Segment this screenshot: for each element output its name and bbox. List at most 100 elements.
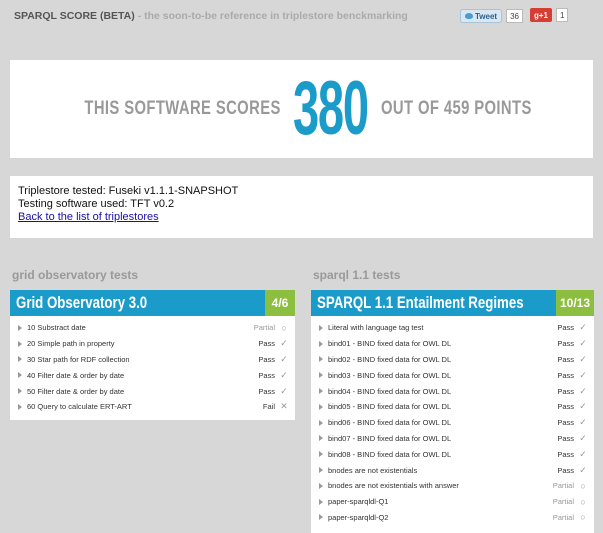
test-status: Pass xyxy=(258,354,275,364)
check-icon: ✓ xyxy=(280,369,288,380)
check-icon: ✓ xyxy=(280,338,288,349)
partial-circle-icon: ○ xyxy=(281,322,287,333)
check-icon: ✓ xyxy=(579,417,587,428)
expand-arrow-icon[interactable] xyxy=(319,372,323,379)
test-row[interactable]: 50 Filter date & order by date Pass ✓ xyxy=(10,383,295,399)
test-status: Pass xyxy=(557,370,574,380)
score-banner: THIS SOFTWARE SCORES 380 OUT OF 459 POIN… xyxy=(10,60,593,158)
test-status: Pass xyxy=(557,433,574,443)
panel-grid-observatory: Grid Observatory 3.0 4/6 10 Substract da… xyxy=(10,290,295,420)
test-row[interactable]: 40 Filter date & order by date Pass ✓ xyxy=(10,367,295,383)
partial-circle-icon: ○ xyxy=(580,512,586,523)
test-row[interactable]: paper-sparqldl-Q2 Partial ○ xyxy=(311,510,594,526)
test-row[interactable]: bnodes are not existentials with answer P… xyxy=(311,478,594,494)
test-row[interactable]: 10 Substract date Partial ○ xyxy=(10,320,295,336)
test-row[interactable]: bind03 - BIND fixed data for OWL DL Pass ✓ xyxy=(311,367,594,383)
test-row[interactable]: bind05 - BIND fixed data for OWL DL Pass ✓ xyxy=(311,399,594,415)
test-list: Literal with language tag test Pass ✓ bind0… xyxy=(311,316,594,525)
score-value: 380 xyxy=(293,66,369,151)
expand-arrow-icon[interactable] xyxy=(18,388,22,395)
test-label: 40 Filter date & order by date xyxy=(27,370,125,380)
test-label: bnodes are not existentials xyxy=(328,465,418,475)
test-label: bind03 - BIND fixed data for OWL DL xyxy=(328,370,452,380)
panel-header[interactable]: SPARQL 1.1 Entailment Regimes 10/13 xyxy=(311,290,594,316)
test-status: Fail xyxy=(262,402,275,412)
expand-arrow-icon[interactable] xyxy=(319,388,323,395)
test-status: Pass xyxy=(557,402,574,412)
expand-arrow-icon[interactable] xyxy=(319,498,323,505)
test-status: Partial xyxy=(552,481,574,491)
expand-arrow-icon[interactable] xyxy=(18,356,22,363)
check-icon: ✓ xyxy=(280,385,288,396)
expand-arrow-icon[interactable] xyxy=(319,514,323,521)
expand-arrow-icon[interactable] xyxy=(319,467,323,474)
test-row[interactable]: bnodes are not existentials Pass ✓ xyxy=(311,462,594,478)
check-icon: ✓ xyxy=(280,353,288,364)
test-row[interactable]: 30 Star path for RDF collection Pass ✓ xyxy=(10,352,295,368)
expand-arrow-icon[interactable] xyxy=(319,482,323,489)
brand-name: SPARQL SCORE (BETA) xyxy=(14,10,135,22)
gplus-widget: g+1 1 xyxy=(530,8,569,22)
panel-name: SPARQL 1.1 Entailment Regimes xyxy=(311,290,556,316)
expand-arrow-icon[interactable] xyxy=(18,403,22,410)
test-row[interactable]: 20 Simple path in property Pass ✓ xyxy=(10,336,295,352)
back-to-list-link[interactable]: Back to the list of triplestores xyxy=(18,211,159,223)
test-status: Pass xyxy=(258,370,275,380)
test-status: Pass xyxy=(557,323,574,333)
test-status: Partial xyxy=(552,512,574,522)
expand-arrow-icon[interactable] xyxy=(319,340,323,347)
test-row[interactable]: paper-sparqldl-Q1 Partial ○ xyxy=(311,494,594,510)
test-label: 30 Star path for RDF collection xyxy=(27,354,130,364)
test-label: bind05 - BIND fixed data for OWL DL xyxy=(328,402,452,412)
expand-arrow-icon[interactable] xyxy=(319,403,323,410)
top-bar: SPARQL SCORE (BETA) - the soon-to-be ref… xyxy=(0,0,603,30)
test-row[interactable]: 60 Query to calculate ERT-ART Fail ✕ xyxy=(10,399,295,415)
expand-arrow-icon[interactable] xyxy=(319,356,323,363)
tweet-button[interactable]: Tweet xyxy=(460,9,503,23)
triplestore-tested: Triplestore tested: Fuseki v1.1.1-SNAPSH… xyxy=(18,185,239,197)
expand-arrow-icon[interactable] xyxy=(18,372,22,379)
expand-arrow-icon[interactable] xyxy=(319,419,323,426)
score-prefix: THIS SOFTWARE SCORES xyxy=(83,98,281,119)
panel-header[interactable]: Grid Observatory 3.0 4/6 xyxy=(10,290,295,316)
test-row[interactable]: bind04 - BIND fixed data for OWL DL Pass ✓ xyxy=(311,383,594,399)
tweet-widget: Tweet 36 xyxy=(460,8,523,24)
test-row[interactable]: bind02 - BIND fixed data for OWL DL Pass ✓ xyxy=(311,352,594,368)
check-icon: ✓ xyxy=(579,338,587,349)
test-label: paper-sparqldl-Q1 xyxy=(328,497,389,507)
panel-sparql-entailment: SPARQL 1.1 Entailment Regimes 10/13 Lite… xyxy=(311,290,594,533)
check-icon: ✓ xyxy=(579,401,587,412)
check-icon: ✓ xyxy=(579,322,587,333)
test-label: Literal with language tag test xyxy=(328,323,424,333)
partial-circle-icon: ○ xyxy=(580,480,586,491)
test-row[interactable]: bind01 - BIND fixed data for OWL DL Pass ✓ xyxy=(311,336,594,352)
expand-arrow-icon[interactable] xyxy=(319,324,323,331)
test-status: Partial xyxy=(253,323,275,333)
twitter-bird-icon xyxy=(465,13,473,19)
test-status: Pass xyxy=(258,386,275,396)
test-info: Triplestore tested: Fuseki v1.1.1-SNAPSH… xyxy=(10,176,593,238)
test-label: bind02 - BIND fixed data for OWL DL xyxy=(328,354,452,364)
test-row[interactable]: bind07 - BIND fixed data for OWL DL Pass ✓ xyxy=(311,431,594,447)
expand-arrow-icon[interactable] xyxy=(319,435,323,442)
brand-tagline: - the soon-to-be reference in triplestor… xyxy=(137,10,408,22)
check-icon: ✓ xyxy=(579,385,587,396)
expand-arrow-icon[interactable] xyxy=(18,340,22,347)
expand-arrow-icon[interactable] xyxy=(18,324,22,331)
expand-arrow-icon[interactable] xyxy=(319,451,323,458)
score-suffix: OUT OF 459 POINTS xyxy=(381,98,532,119)
section-title-sparql: sparql 1.1 tests xyxy=(313,268,401,282)
panel-name: Grid Observatory 3.0 xyxy=(10,290,265,316)
test-row[interactable]: Literal with language tag test Pass ✓ xyxy=(311,320,594,336)
test-row[interactable]: bind08 - BIND fixed data for OWL DL Pass ✓ xyxy=(311,446,594,462)
test-row[interactable]: bind06 - BIND fixed data for OWL DL Pass ✓ xyxy=(311,415,594,431)
test-label: bnodes are not existentials with answer xyxy=(328,481,459,491)
test-status: Pass xyxy=(557,339,574,349)
check-icon: ✓ xyxy=(579,432,587,443)
test-status: Pass xyxy=(557,418,574,428)
check-icon: ✓ xyxy=(579,448,587,459)
gplus-button[interactable]: g+1 xyxy=(530,8,553,22)
site-brand[interactable]: SPARQL SCORE (BETA) - the soon-to-be ref… xyxy=(14,10,408,22)
check-icon: ✓ xyxy=(579,353,587,364)
test-label: bind01 - BIND fixed data for OWL DL xyxy=(328,339,452,349)
